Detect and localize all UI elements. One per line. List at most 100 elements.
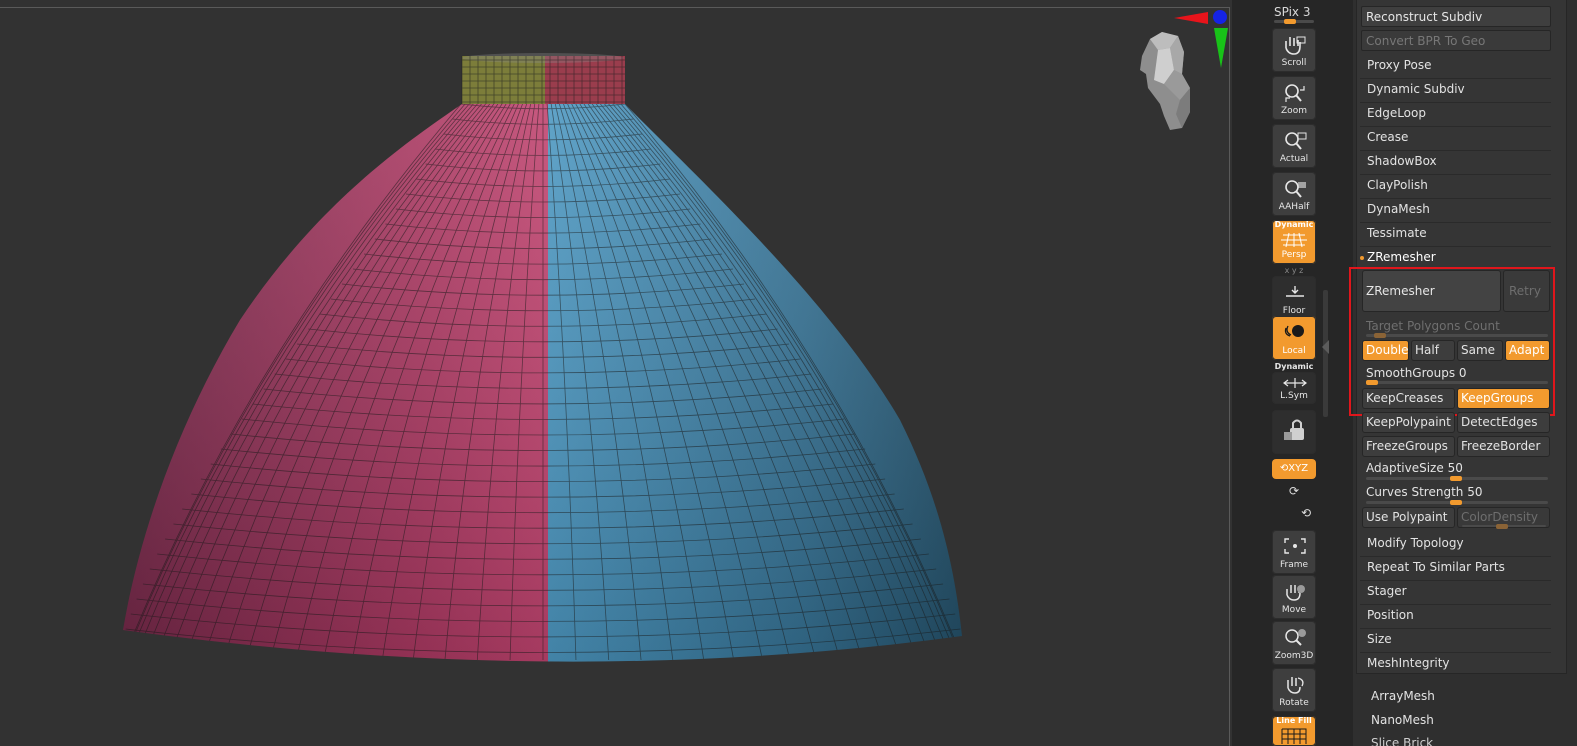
frame-label: Frame — [1279, 560, 1309, 570]
magnifier-zoom-icon — [1285, 84, 1305, 102]
z-rotate-button[interactable]: ⟲ — [1284, 506, 1328, 520]
adaptive-size-label[interactable]: AdaptiveSize 50 — [1366, 461, 1463, 475]
adaptive-size-slider[interactable] — [1366, 476, 1548, 481]
persp-dynamic-label: Dynamic — [1274, 220, 1314, 229]
actual-button[interactable]: Actual — [1272, 124, 1316, 168]
lock-icon — [1284, 419, 1304, 440]
divider — [1360, 604, 1551, 605]
position-item[interactable]: Position — [1367, 608, 1414, 622]
magnifier-actual-icon — [1285, 132, 1307, 150]
y-rotate-icon: ⟳ — [1288, 484, 1300, 498]
x-axis-icon[interactable] — [1174, 12, 1208, 24]
floor-label: Floor — [1282, 306, 1306, 316]
lsym-button[interactable]: L.Sym — [1272, 372, 1316, 404]
hand-move-icon — [1286, 585, 1305, 601]
mesh-neck — [461, 53, 625, 111]
edgeloop-item[interactable]: EdgeLoop — [1367, 106, 1426, 120]
view-gyro[interactable] — [1120, 4, 1230, 134]
z-rotate-icon: ⟲ — [1300, 506, 1312, 520]
divider — [1360, 78, 1551, 79]
local-label: Local — [1282, 346, 1306, 356]
crease-item[interactable]: Crease — [1367, 130, 1408, 144]
adaptive-size-value: 50 — [1447, 461, 1463, 475]
divider — [1360, 102, 1551, 103]
size-item[interactable]: Size — [1367, 632, 1392, 646]
aahalf-button[interactable]: AAHalf — [1272, 172, 1316, 216]
keep-polypaint-toggle[interactable]: KeepPolypaint — [1362, 412, 1455, 433]
dynamic-subdiv-item[interactable]: Dynamic Subdiv — [1367, 82, 1465, 96]
dynamesh-item[interactable]: DynaMesh — [1367, 202, 1430, 216]
lock-button[interactable] — [1272, 410, 1316, 454]
perspective-grid-icon — [1281, 232, 1307, 248]
zoom-label: Zoom — [1281, 106, 1307, 116]
local-button[interactable]: Local — [1272, 316, 1316, 360]
curves-strength-slider[interactable] — [1366, 500, 1548, 505]
color-density-slider[interactable] — [1462, 524, 1546, 529]
divider — [1360, 580, 1551, 581]
collapse-arrow-icon[interactable] — [1322, 340, 1329, 354]
use-polypaint-toggle[interactable]: Use Polypaint — [1362, 507, 1455, 528]
zremesher-header[interactable]: ZRemesher — [1367, 250, 1436, 264]
detect-edges-toggle[interactable]: DetectEdges — [1457, 412, 1550, 433]
y-axis-icon[interactable] — [1214, 28, 1228, 68]
divider — [1360, 246, 1551, 247]
rotate-icon — [1287, 677, 1304, 694]
proxy-pose-item[interactable]: Proxy Pose — [1367, 58, 1431, 72]
actual-label: Actual — [1279, 154, 1309, 164]
spix-label[interactable]: SPix 3 — [1274, 5, 1310, 19]
line-fill-button[interactable]: Line Fill — [1272, 716, 1316, 746]
shadowbox-item[interactable]: ShadowBox — [1367, 154, 1437, 168]
divider — [1360, 126, 1551, 127]
divider — [1360, 652, 1551, 653]
persp-label: Persp — [1281, 250, 1307, 260]
persp-button[interactable]: Dynamic Persp — [1272, 220, 1316, 264]
xyz-rotate-button[interactable]: ⟲XYZ — [1272, 459, 1316, 479]
lsym-label: L.Sym — [1280, 391, 1308, 401]
freeze-border-toggle[interactable]: FreezeBorder — [1457, 436, 1550, 457]
move-button[interactable]: Move — [1272, 575, 1316, 619]
stager-item[interactable]: Stager — [1367, 584, 1407, 598]
line-fill-icon — [1281, 728, 1307, 744]
repeat-similar-parts-item[interactable]: Repeat To Similar Parts — [1367, 560, 1505, 574]
claypolish-item[interactable]: ClayPolish — [1367, 178, 1428, 192]
zoom3d-button[interactable]: Zoom3D — [1272, 621, 1316, 665]
adaptive-size-name: AdaptiveSize — [1366, 461, 1444, 475]
rotate-button[interactable]: Rotate — [1272, 668, 1316, 712]
scroll-label: Scroll — [1281, 58, 1307, 68]
zoom3d-icon — [1285, 629, 1306, 646]
head-orientation-icon[interactable] — [1140, 32, 1190, 130]
frame-button[interactable]: Frame — [1272, 530, 1316, 574]
rotate-label: Rotate — [1279, 698, 1309, 708]
floor-button[interactable]: Floor — [1272, 276, 1316, 320]
local-symmetry-icon — [1283, 378, 1307, 388]
local-pivot-icon — [1284, 325, 1304, 337]
zoom-button[interactable]: Zoom — [1272, 76, 1316, 120]
meshintegrity-item[interactable]: MeshIntegrity — [1367, 656, 1450, 670]
convert-bpr-button[interactable]: Convert BPR To Geo — [1361, 30, 1551, 51]
y-rotate-button[interactable]: ⟳ — [1272, 484, 1316, 498]
zoom3d-label: Zoom3D — [1274, 651, 1314, 661]
tessimate-item[interactable]: Tessimate — [1367, 226, 1427, 240]
divider — [1360, 556, 1551, 557]
lsym-dynamic-label: Dynamic — [1274, 362, 1314, 371]
divider — [1360, 174, 1551, 175]
highlight-box — [1349, 267, 1555, 416]
scroll-button[interactable]: Scroll — [1272, 28, 1316, 72]
hand-scroll-icon — [1285, 36, 1306, 55]
modify-topology-item[interactable]: Modify Topology — [1367, 536, 1464, 550]
spix-slider[interactable] — [1274, 19, 1314, 24]
freeze-groups-toggle[interactable]: FreezeGroups — [1362, 436, 1455, 457]
curves-strength-label[interactable]: Curves Strength 50 — [1366, 485, 1483, 499]
nanomesh-item[interactable]: NanoMesh — [1371, 713, 1434, 727]
z-axis-icon[interactable] — [1213, 10, 1227, 24]
cut-off-item[interactable]: Slice Brick — [1371, 736, 1433, 746]
arraymesh-item[interactable]: ArrayMesh — [1371, 689, 1435, 703]
dome-mesh[interactable] — [0, 0, 1232, 746]
expanded-bullet-icon — [1360, 256, 1364, 260]
divider — [1360, 222, 1551, 223]
reconstruct-subdiv-button[interactable]: Reconstruct Subdiv — [1361, 6, 1551, 27]
xyz-mini-icon: x y z — [1284, 266, 1304, 275]
floor-icon — [1286, 286, 1304, 297]
aahalf-label: AAHalf — [1278, 202, 1310, 212]
3d-viewport[interactable] — [0, 0, 1232, 746]
